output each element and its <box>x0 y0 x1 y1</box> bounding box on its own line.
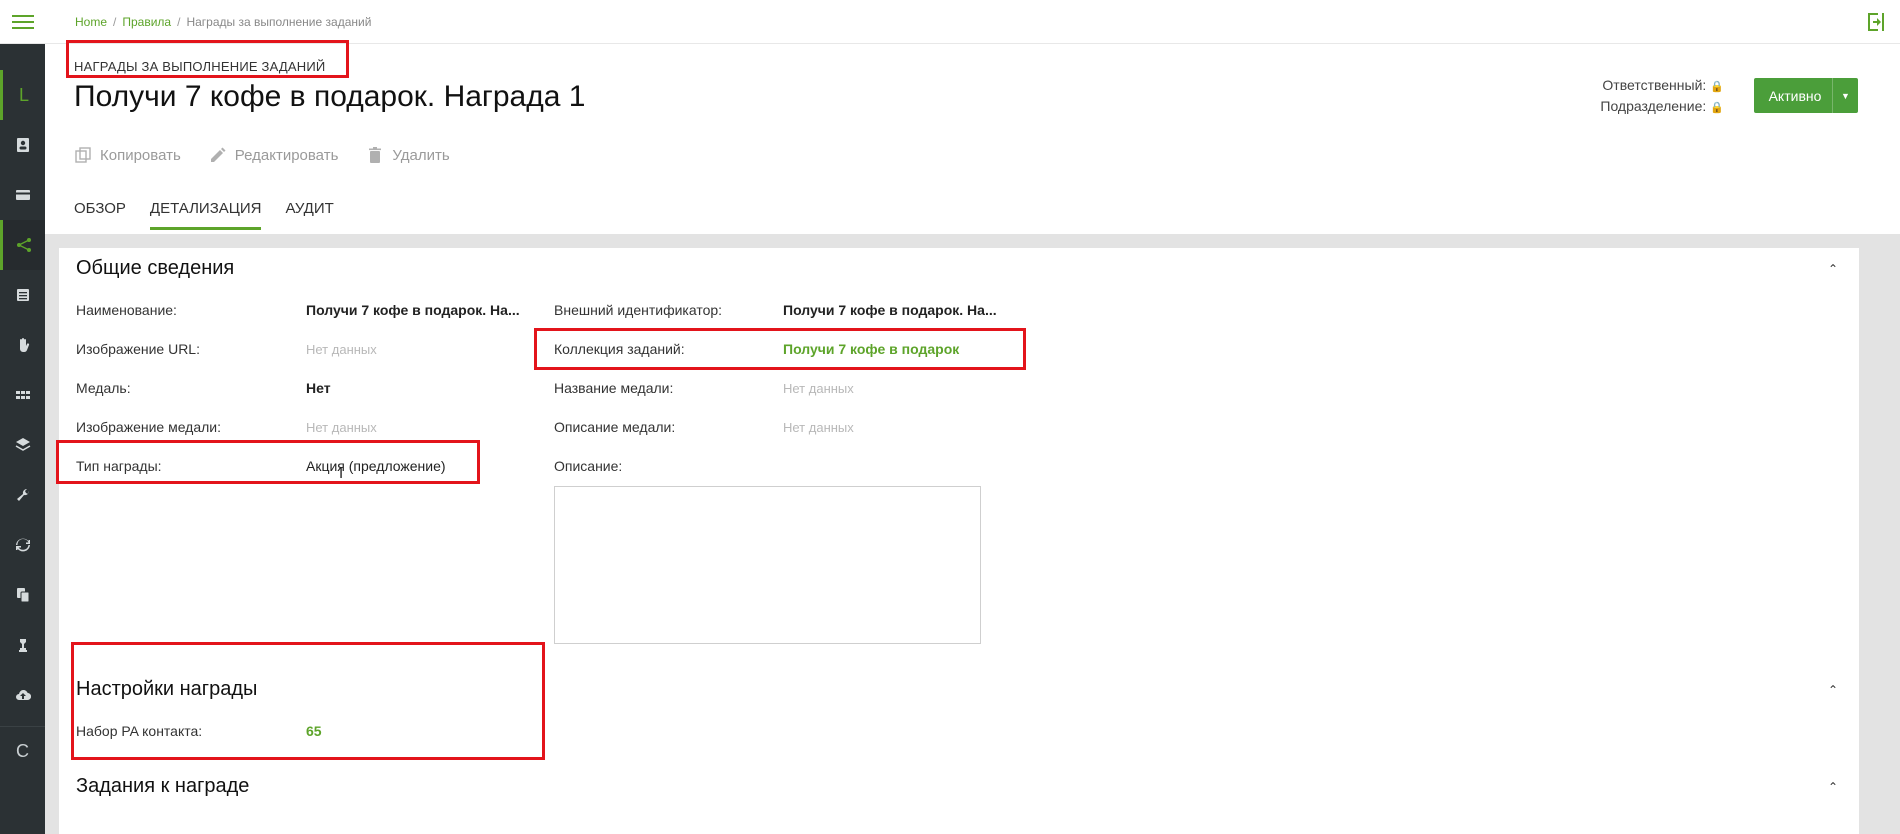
medal-value: Нет <box>306 380 331 396</box>
credit-card-icon <box>15 190 30 200</box>
entity-type-label: НАГРАДЫ ЗА ВЫПОЛНЕНИЕ ЗАДАНИЙ <box>74 59 326 74</box>
task-collection-label: Коллекция заданий: <box>554 341 685 357</box>
grid-icon <box>15 391 30 399</box>
collapse-settings-icon[interactable]: ⌃ <box>1828 683 1838 697</box>
copy-label: Копировать <box>100 146 181 164</box>
breadcrumb-current: Награды за выполнение заданий <box>186 15 372 29</box>
lock-icon: 🔒 <box>1710 102 1724 114</box>
sidebar-item-rules[interactable] <box>0 220 45 270</box>
breadcrumb-separator: / <box>113 15 117 29</box>
reward-type-label: Тип награды: <box>76 458 162 474</box>
logout-icon <box>1868 13 1884 31</box>
name-value: Получи 7 кофе в подарок. На... <box>306 302 520 318</box>
breadcrumb-home-link[interactable]: Home <box>75 15 107 29</box>
responsible-row: Ответственный: 🔒 <box>1600 76 1724 97</box>
tab-details[interactable]: ДЕТАЛИЗАЦИЯ <box>149 200 262 230</box>
sidebar-item-contacts[interactable] <box>0 120 45 170</box>
sidebar-item-documents[interactable] <box>0 570 45 620</box>
tab-bar: ОБЗОР ДЕТАЛИЗАЦИЯ АУДИТ <box>74 200 334 230</box>
tab-overview[interactable]: ОБЗОР <box>74 200 126 230</box>
sidebar-item-hand[interactable] <box>0 320 45 370</box>
lock-icon: 🔒 <box>1710 81 1724 93</box>
status-label: Активно <box>1768 87 1822 104</box>
sidebar-item-loyalty[interactable]: L <box>0 70 45 120</box>
pa-contact-value[interactable]: 65 <box>306 723 322 739</box>
copy-icon <box>75 147 91 163</box>
medal-label: Медаль: <box>76 380 131 396</box>
action-toolbar: Копировать Редактировать Удалить <box>74 146 450 164</box>
sidebar-item-sync[interactable] <box>0 520 45 570</box>
trash-icon <box>369 147 382 163</box>
reward-type-value: Акция (предложение) <box>306 458 446 474</box>
status-dropdown-button[interactable]: Активно ▼ <box>1754 78 1858 113</box>
description-textarea[interactable] <box>554 486 981 644</box>
top-bar: Home / Правила / Награды за выполнение задан… <box>45 0 1900 44</box>
medal-description-value: Нет данных <box>783 420 854 435</box>
collapse-general-icon[interactable]: ⌃ <box>1828 262 1838 276</box>
copy-button[interactable]: Копировать <box>74 146 181 164</box>
collapse-tasks-icon[interactable]: ⌃ <box>1828 780 1838 794</box>
sidebar-item-games[interactable] <box>0 620 45 670</box>
text-cursor-icon: I <box>339 466 344 482</box>
breadcrumb-separator: / <box>177 15 181 29</box>
reward-settings-title: Настройки награды <box>76 678 258 700</box>
sidebar-item-grid[interactable] <box>0 370 45 420</box>
hamburger-icon <box>11 14 34 29</box>
logout-button[interactable] <box>1864 10 1888 34</box>
medal-name-label: Название медали: <box>554 380 674 396</box>
edit-label: Редактировать <box>234 146 339 164</box>
pa-contact-label: Набор PA контакта: <box>76 723 203 739</box>
share-nodes-icon <box>17 238 31 252</box>
sidebar-letter-l: L <box>18 84 29 105</box>
sidebar-item-c[interactable]: C <box>0 726 45 776</box>
wrench-icon <box>16 488 29 501</box>
sidebar-item-layers[interactable] <box>0 420 45 470</box>
medal-description-label: Описание медали: <box>554 419 676 435</box>
sync-icon <box>15 538 30 552</box>
sidebar-item-list[interactable] <box>0 270 45 320</box>
contact-card-icon <box>16 138 29 152</box>
menu-toggle-button[interactable] <box>0 0 45 44</box>
name-label: Наименование: <box>76 302 177 318</box>
description-label: Описание: <box>554 458 623 474</box>
responsible-label: Ответственный: <box>1602 77 1707 93</box>
tab-audit[interactable]: АУДИТ <box>285 200 333 230</box>
reward-tasks-title: Задания к награде <box>76 775 250 797</box>
task-collection-link[interactable]: Получи 7 кофе в подарок <box>783 341 959 357</box>
external-id-label: Внешний идентификатор: <box>554 302 723 318</box>
caret-down-icon[interactable]: ▼ <box>1832 78 1858 113</box>
hand-icon <box>19 338 29 353</box>
edit-button[interactable]: Редактировать <box>209 146 339 164</box>
medal-name-value: Нет данных <box>783 381 854 396</box>
left-sidebar: L C <box>0 0 45 834</box>
sidebar-item-upload[interactable] <box>0 670 45 720</box>
copy-files-icon <box>16 588 29 603</box>
pencil-icon <box>210 147 226 162</box>
cloud-upload-icon <box>15 690 31 701</box>
breadcrumb: Home / Правила / Награды за выполнение задан… <box>75 15 371 29</box>
medal-image-value: Нет данных <box>306 420 377 435</box>
image-url-label: Изображение URL: <box>76 341 200 357</box>
owner-info: Ответственный: 🔒 Подразделение: 🔒 <box>1600 76 1724 118</box>
sidebar-item-tools[interactable] <box>0 470 45 520</box>
sidebar-letter-c: C <box>16 741 29 761</box>
external-id-value: Получи 7 кофе в подарок. На... <box>783 302 997 318</box>
layers-icon <box>15 438 30 451</box>
page-title: Получи 7 кофе в подарок. Награда 1 <box>74 80 586 113</box>
chess-piece-icon <box>18 639 27 652</box>
delete-label: Удалить <box>392 146 450 164</box>
medal-image-label: Изображение медали: <box>76 419 222 435</box>
general-info-title: Общие сведения <box>76 257 235 279</box>
breadcrumb-rules-link[interactable]: Правила <box>122 15 171 29</box>
department-row: Подразделение: 🔒 <box>1600 97 1724 118</box>
sidebar-item-cards[interactable] <box>0 170 45 220</box>
department-label: Подразделение: <box>1600 98 1707 114</box>
image-url-value: Нет данных <box>306 342 377 357</box>
list-icon <box>16 289 29 301</box>
delete-button[interactable]: Удалить <box>366 146 450 164</box>
